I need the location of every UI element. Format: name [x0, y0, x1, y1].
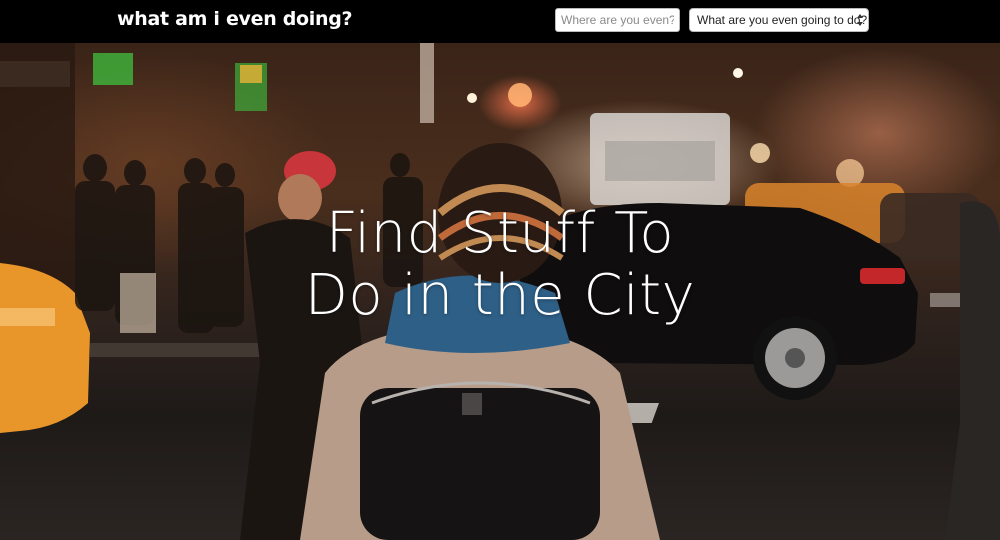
top-navbar: what am i even doing? What are you even …	[0, 0, 1000, 43]
location-input[interactable]	[555, 8, 680, 32]
activity-select[interactable]: What are you even going to do?	[689, 8, 869, 32]
hero-headline: Find Stuff To Do in the City	[0, 203, 1000, 327]
brand-logo-text[interactable]: what am i even doing?	[117, 8, 353, 30]
hero-background-photo: Find Stuff To Do in the City	[0, 43, 1000, 540]
activity-select-value: What are you even going to do?	[697, 13, 868, 27]
hero-headline-line-2: Do in the City	[304, 263, 696, 328]
hero-headline-line-1: Find Stuff To	[325, 201, 675, 266]
select-arrows-icon	[857, 14, 863, 26]
